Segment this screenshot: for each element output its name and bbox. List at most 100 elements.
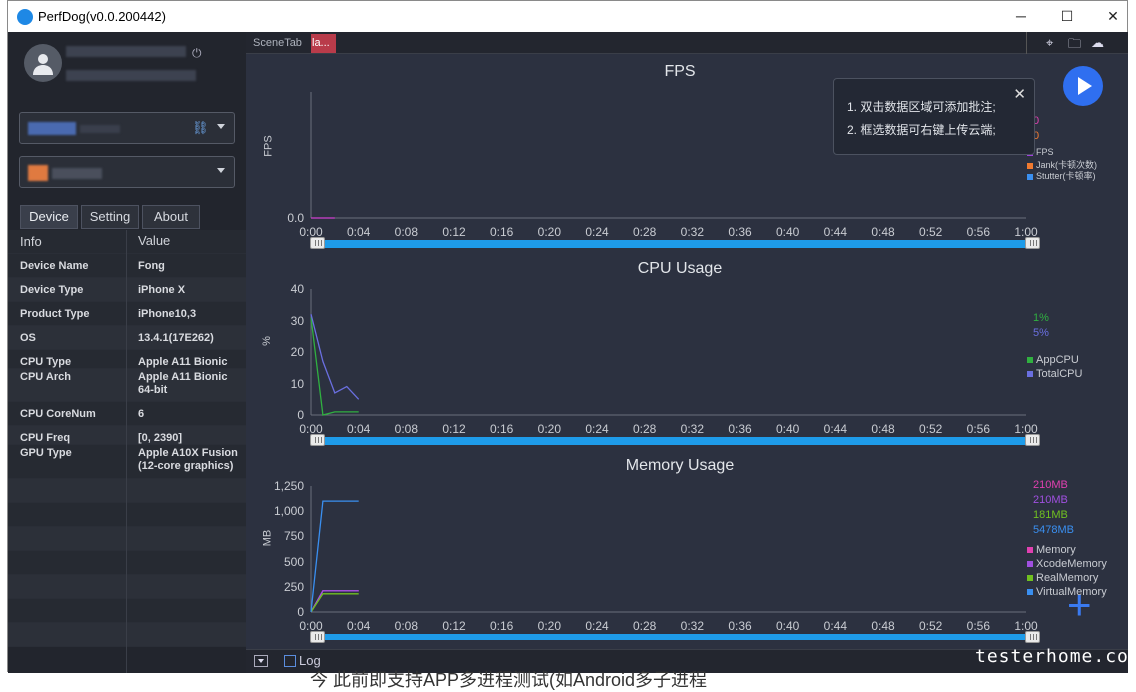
xcodememory-current-value: 210MB <box>1033 494 1068 506</box>
legend-item-appcpu[interactable]: AppCPU <box>1027 354 1079 366</box>
y-tick-label: 40 <box>290 282 304 296</box>
table-row: Product Type iPhone10,3 <box>8 302 246 326</box>
close-icon[interactable]: ✕ <box>1013 85 1026 103</box>
fps-time-slider[interactable] <box>310 237 1040 249</box>
slider-handle-start[interactable] <box>310 237 325 249</box>
row-key: Product Type <box>20 308 90 320</box>
x-tick-label: 0:44 <box>823 225 847 239</box>
x-tick-label: 0:08 <box>394 225 418 239</box>
perfdog-logo-icon <box>17 9 33 25</box>
row-value: Apple A11 Bionic 64-bit <box>138 371 228 396</box>
slider-handle-end[interactable] <box>1025 434 1040 446</box>
y-tick-label: 750 <box>283 529 304 544</box>
window-title: PerfDog(v0.0.200442) <box>38 9 166 24</box>
location-pin-icon[interactable]: ⌖ <box>1046 35 1053 51</box>
x-tick-label: 0:28 <box>632 422 657 436</box>
y-tick-label: 1,250 <box>273 479 304 493</box>
table-header: Info Value <box>8 230 246 254</box>
active-scene-tab[interactable]: la... <box>311 34 336 53</box>
x-tick-label: 0:56 <box>966 619 990 633</box>
x-tick-label: 0:44 <box>823 619 847 633</box>
row-value: 13.4.1(17E262) <box>138 332 214 344</box>
table-row <box>8 527 246 551</box>
chevron-down-icon <box>217 168 225 173</box>
tab-device[interactable]: Device <box>20 205 78 229</box>
legend-item-xcodememory[interactable]: XcodeMemory <box>1027 558 1107 570</box>
memory-chart-title: Memory Usage <box>625 457 735 474</box>
row-value: Fong <box>138 260 165 272</box>
x-tick-label: 0:16 <box>489 225 514 239</box>
add-chart-button[interactable]: + <box>1067 584 1092 626</box>
table-row: CPU Freq [0, 2390] <box>8 426 246 445</box>
x-tick-label: 0:20 <box>537 422 561 436</box>
x-tick-label: 0:56 <box>966 225 990 239</box>
device-select[interactable]: ⛓ <box>19 112 235 144</box>
legend-swatch <box>1027 561 1033 568</box>
x-tick-label: 0:12 <box>442 225 466 239</box>
start-test-button[interactable] <box>1063 66 1103 106</box>
series-line-realmemory <box>310 593 359 613</box>
row-key: CPU Arch <box>20 371 71 383</box>
x-tick-label: 0:36 <box>728 225 752 239</box>
avatar[interactable] <box>24 44 62 82</box>
close-button[interactable]: ✕ <box>1090 1 1136 32</box>
x-tick-label: 0:52 <box>918 619 943 633</box>
expand-log-button[interactable] <box>254 655 268 667</box>
x-tick-label: 0:08 <box>394 422 418 436</box>
row-key: GPU Type <box>20 447 72 459</box>
minimize-button[interactable]: ─ <box>998 1 1044 32</box>
x-tick-label: 0:32 <box>680 619 704 633</box>
divider <box>1026 32 1027 54</box>
device-info-table: Info Value Device Name Fong Device Type iP… <box>8 230 246 647</box>
cpu-chart-title: CPU Usage <box>637 260 723 277</box>
app-select[interactable] <box>19 156 235 188</box>
realmemory-current-value: 181MB <box>1033 509 1068 521</box>
x-tick-label: 0:04 <box>346 225 371 239</box>
slider-handle-end[interactable] <box>1025 631 1040 643</box>
cloud-icon[interactable]: ☁ <box>1091 35 1104 51</box>
slider-handle-end[interactable] <box>1025 237 1040 249</box>
scene-tab[interactable]: SceneTab <box>253 37 302 49</box>
row-value: iPhone X <box>138 284 186 296</box>
legend-swatch <box>1027 173 1033 180</box>
legend-swatch <box>1027 575 1033 582</box>
slider-handle-start[interactable] <box>310 631 325 643</box>
username-redacted <box>66 46 186 57</box>
row-value: Apple A10X Fusion (12-core graphics) <box>138 447 238 472</box>
legend-swatch <box>1027 589 1033 596</box>
x-tick-label: 0:36 <box>728 422 752 436</box>
header-info: Info <box>20 234 42 249</box>
tab-about[interactable]: About <box>142 205 200 229</box>
legend-item-stutter[interactable]: Stutter(卡顿率) <box>1027 169 1096 182</box>
x-tick-label: 0:48 <box>871 422 895 436</box>
legend-label: AppCPU <box>1036 354 1079 366</box>
cpu-time-slider[interactable] <box>310 434 1040 446</box>
tab-setting[interactable]: Setting <box>81 205 139 229</box>
fps-y-axis-label: FPS <box>262 135 275 157</box>
legend-label: TotalCPU <box>1036 368 1083 380</box>
slider-handle-start[interactable] <box>310 434 325 446</box>
row-key: Device Name <box>20 260 89 272</box>
device-name-redacted <box>28 122 76 135</box>
power-icon[interactable]: ⏻ <box>192 46 202 61</box>
legend-swatch <box>1027 162 1033 169</box>
legend-item-memory[interactable]: Memory <box>1027 544 1076 556</box>
table-row <box>8 503 246 527</box>
table-row <box>8 599 246 623</box>
chevron-down-icon <box>258 659 264 663</box>
legend-item-totalcpu[interactable]: TotalCPU <box>1027 368 1082 380</box>
totalcpu-current-value: 5% <box>1033 327 1049 339</box>
x-tick-label: 0:48 <box>871 619 895 633</box>
legend-swatch <box>1027 547 1033 554</box>
y-tick-label: 250 <box>283 579 304 594</box>
legend-label: Memory <box>1036 544 1076 556</box>
log-checkbox[interactable] <box>284 655 296 667</box>
maximize-button[interactable]: ☐ <box>1044 1 1090 32</box>
table-row: CPU Arch Apple A11 Bionic 64-bit <box>8 369 246 402</box>
table-row: GPU Type Apple A10X Fusion (12-core graph… <box>8 445 246 479</box>
watermark: testerhome.com <box>975 646 1136 667</box>
y-tick-label: 30 <box>290 313 304 328</box>
app-name-redacted <box>52 168 102 179</box>
memory-time-slider[interactable] <box>310 631 1040 643</box>
x-tick-label: 0:12 <box>442 422 466 436</box>
